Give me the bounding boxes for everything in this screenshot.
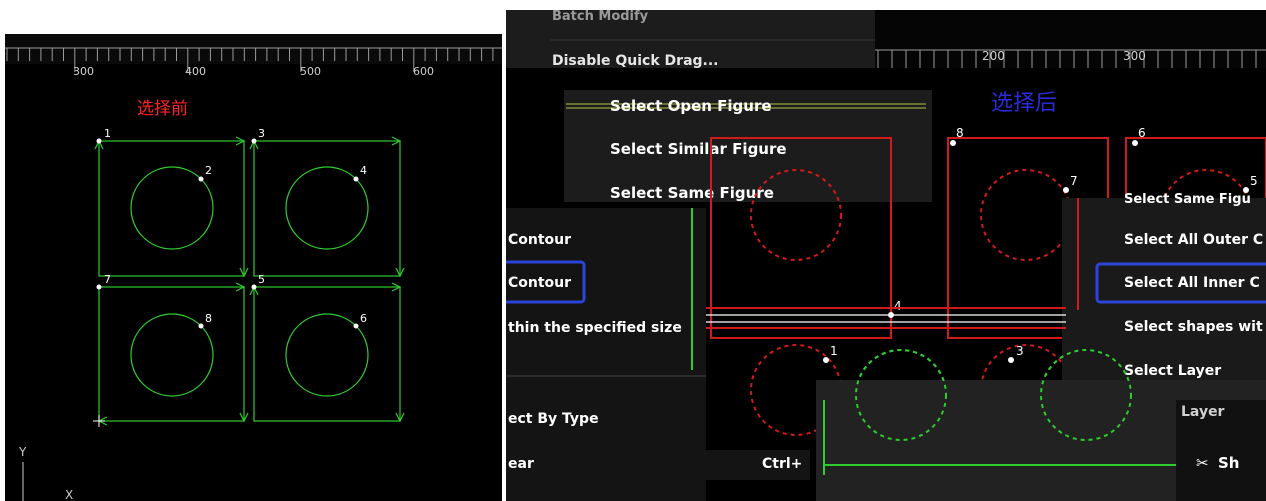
menu-item-clear[interactable]: ear	[508, 456, 534, 472]
point-label: 2	[205, 164, 212, 177]
ruler-label: 300	[73, 65, 94, 78]
point-label: 8	[956, 126, 964, 140]
menu-item-layer[interactable]: Layer	[1181, 404, 1225, 420]
canvas-before[interactable]: 300 400 500 600 选择前 1 2 3 4 7 5 8 6 Y X	[5, 34, 502, 501]
point-label: 1	[104, 127, 111, 140]
point-label: 8	[205, 312, 212, 325]
drawing-before: 300 400 500 600 选择前 1 2 3 4 7 5 8 6 Y X	[5, 34, 502, 501]
point-label: 5	[1250, 174, 1258, 188]
menu-item-select-inner-contour[interactable]: Contour	[508, 275, 571, 291]
before-title: 选择前	[137, 99, 188, 119]
after-title: 选择后	[991, 91, 1057, 116]
point-label: 3	[258, 127, 265, 140]
canvas-after[interactable]: 200 300 Batch Modify Disable Quick Drag.…	[506, 10, 1266, 501]
menu-item-disable-quick-drag[interactable]: Disable Quick Drag...	[552, 53, 719, 69]
point-label: 4	[360, 164, 367, 177]
ruler-label: 500	[300, 65, 321, 78]
ruler-label: 400	[185, 65, 206, 78]
rect-part-5[interactable]	[253, 286, 401, 422]
menu-item-select-same-figure-top[interactable]: Select Same Figu	[1124, 192, 1251, 207]
ruler-label: 600	[413, 65, 434, 78]
menu-item-select-outer-contour[interactable]: Contour	[508, 232, 571, 248]
menu-item-show[interactable]: Sh	[1218, 454, 1239, 472]
menu-item-select-same-figure[interactable]: Select Same Figure	[610, 184, 774, 202]
point-label: 6	[360, 312, 367, 325]
menu-item-select-within-size[interactable]: thin the specified size	[508, 320, 682, 336]
point-label: 7	[104, 273, 111, 286]
menu-item-select-shapes-within[interactable]: Select shapes wit	[1124, 319, 1263, 335]
axis-x-label: X	[65, 488, 73, 501]
point-label: 6	[1138, 126, 1146, 140]
point-label: 7	[1070, 174, 1078, 188]
menu-item-batch-modify[interactable]: Batch Modify	[552, 10, 649, 24]
drawing-after: 200 300 Batch Modify Disable Quick Drag.…	[506, 10, 1266, 501]
ruler-label: 300	[1123, 49, 1146, 63]
point-label: 1	[830, 344, 838, 358]
menu-item-select-layer[interactable]: Select Layer	[1124, 363, 1221, 379]
rect-part-7[interactable]	[98, 286, 245, 422]
menu-item-select-all-outer[interactable]: Select All Outer C	[1124, 232, 1263, 248]
menu-item-select-by-type[interactable]: ect By Type	[508, 411, 599, 427]
ruler-top	[5, 34, 502, 64]
point-label: 5	[258, 273, 265, 286]
menu-item-select-all-inner[interactable]: Select All Inner C	[1124, 275, 1260, 291]
menu-item-select-similar-figure[interactable]: Select Similar Figure	[610, 140, 787, 158]
point-label: 4	[894, 299, 902, 313]
menu-shortcut-clear: Ctrl+	[762, 456, 802, 472]
rect-part-1[interactable]	[98, 140, 245, 277]
axis-y-label: Y	[18, 445, 27, 459]
point-label: 3	[1016, 344, 1024, 358]
scissors-icon: ✂	[1196, 454, 1209, 472]
rect-part-3[interactable]	[253, 140, 401, 277]
context-menu-left	[506, 208, 706, 501]
ruler-label: 200	[982, 49, 1005, 63]
menu-item-select-open-figure[interactable]: Select Open Figure	[610, 97, 772, 115]
